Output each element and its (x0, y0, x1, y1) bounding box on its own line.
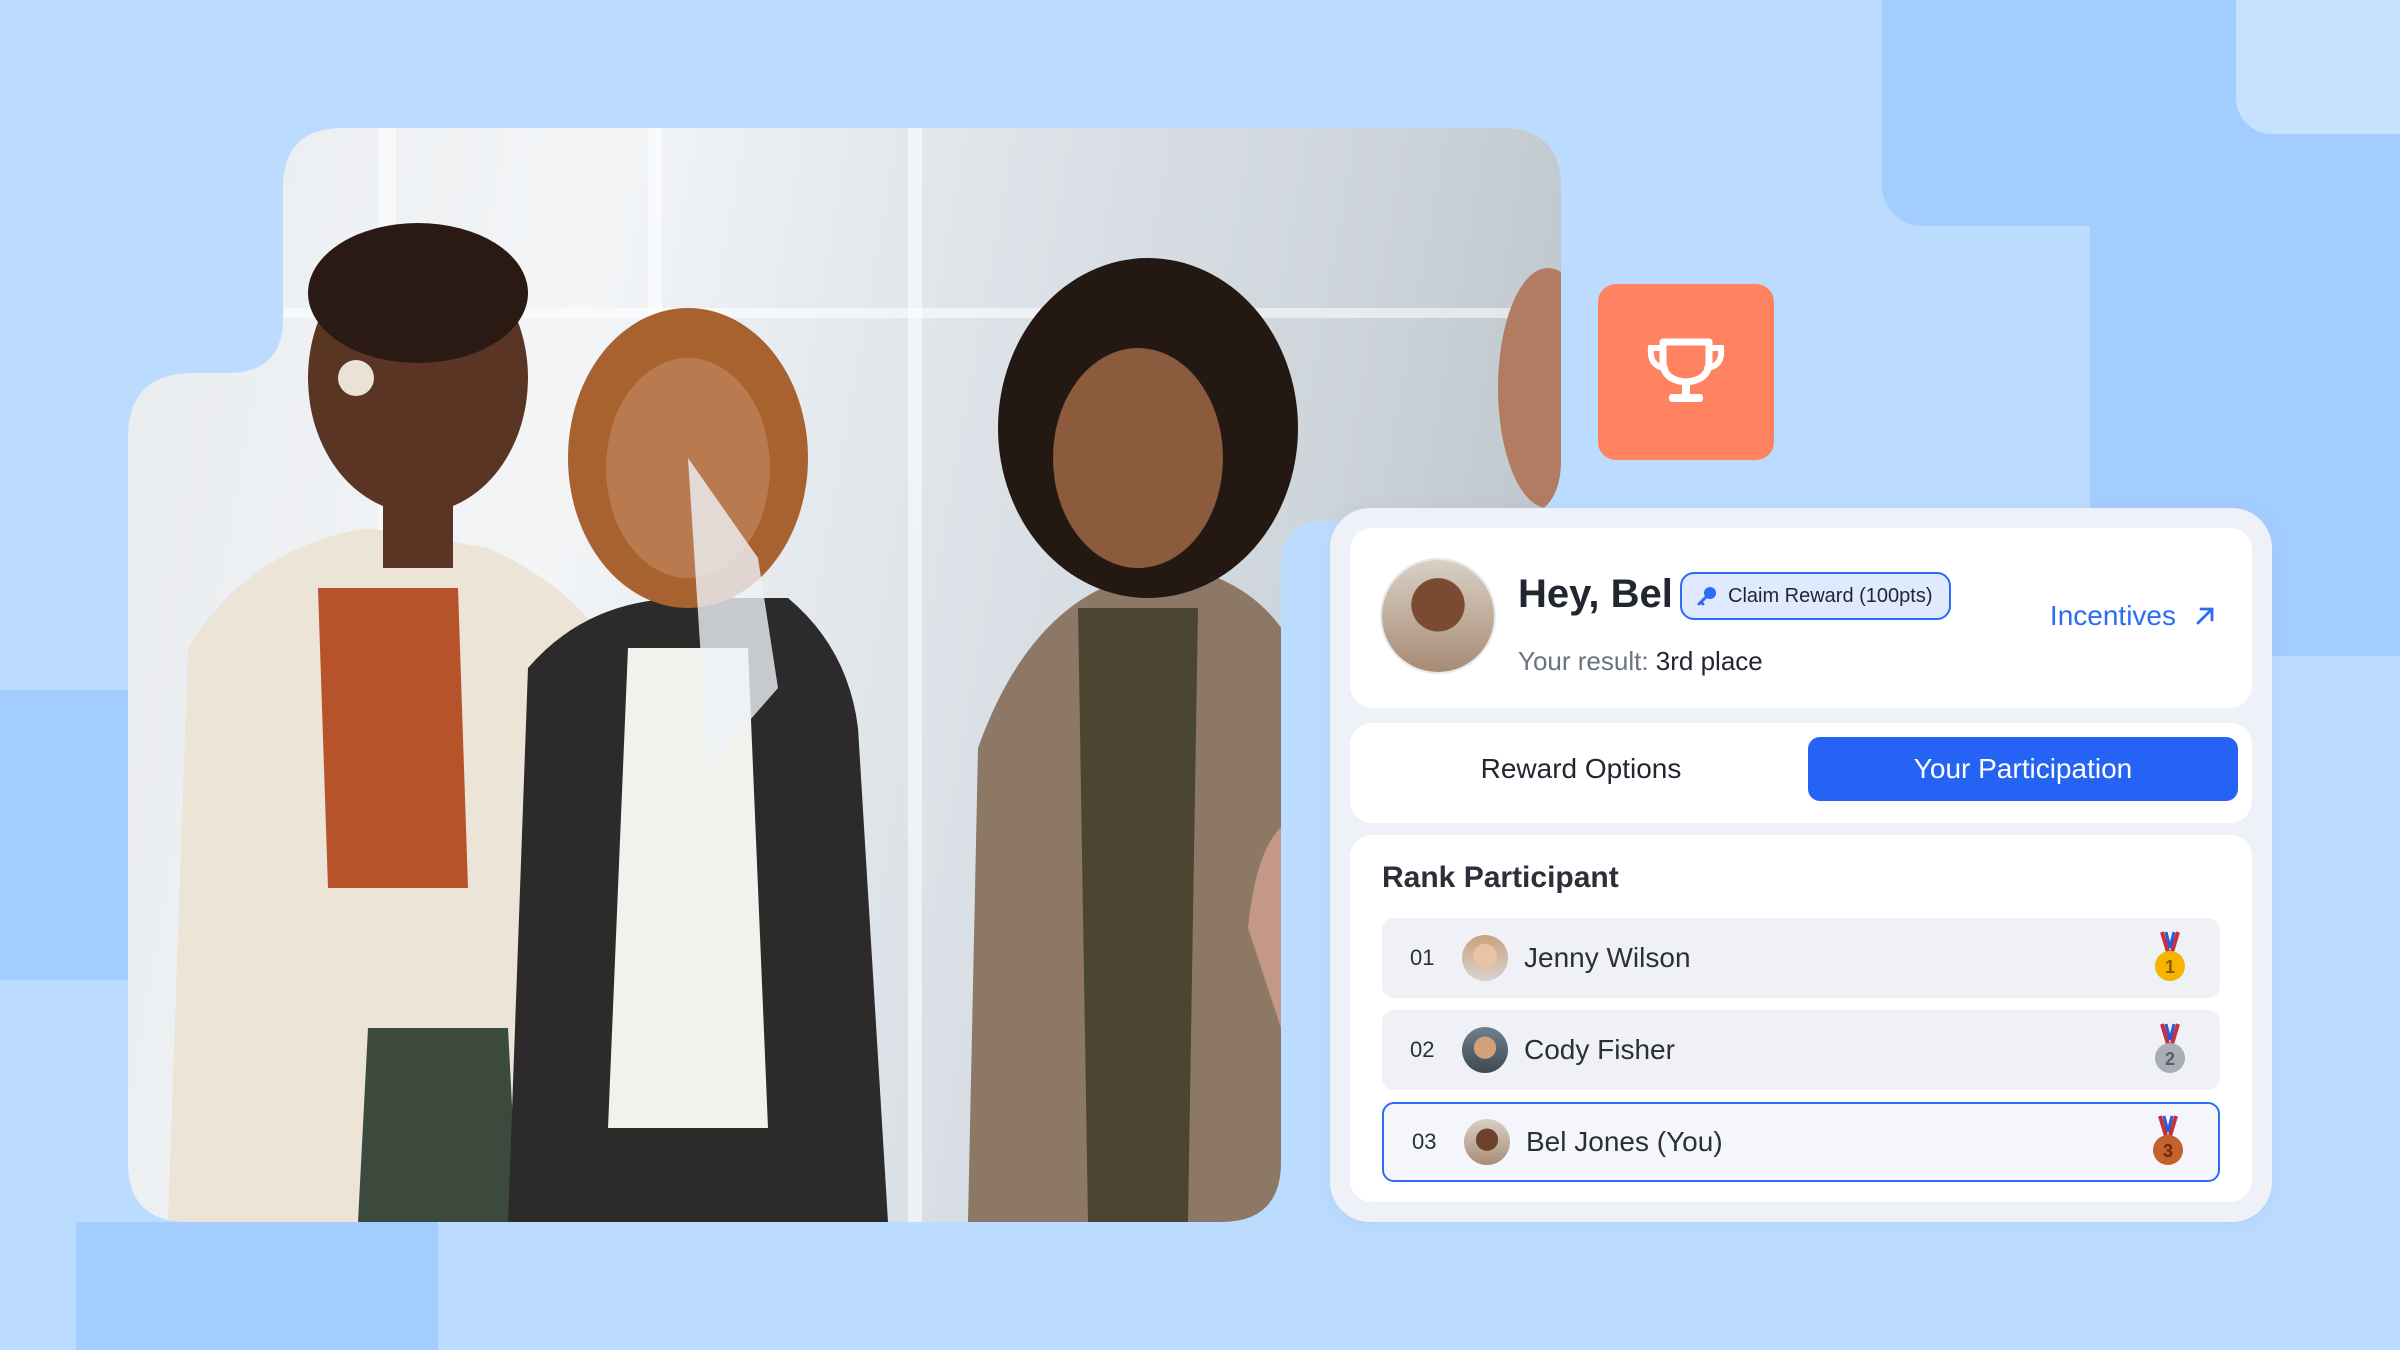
user-header-card: Hey, Bel Claim Reward (100pts) Your resu… (1350, 528, 2252, 708)
trophy-icon (1647, 338, 1725, 402)
background-shape-corner (2236, 0, 2400, 134)
leaderboard-title: Rank Participant (1382, 861, 1619, 894)
row-rank: 02 (1410, 1037, 1435, 1062)
participant-name: Bel Jones (You) (1526, 1126, 1723, 1157)
bronze-medal-icon: 3 (2153, 1115, 2183, 1165)
tab-reward-options[interactable]: Reward Options (1366, 737, 1796, 801)
trophy-tile (1598, 284, 1774, 460)
tabs-card: Reward Options Your Participation (1350, 723, 2252, 823)
claim-reward-label: Claim Reward (100pts) (1728, 584, 1933, 607)
participant-name: Cody Fisher (1524, 1034, 1675, 1065)
leaderboard-row-current-user[interactable]: 03 Bel Jones (You) 3 (1382, 1102, 2220, 1182)
leaderboard-row[interactable]: 02 Cody Fisher 2 (1382, 1010, 2220, 1090)
incentives-label: Incentives (2049, 600, 2176, 631)
incentives-link[interactable]: Incentives (2050, 600, 2216, 632)
result-value: 3rd place (1655, 646, 1763, 676)
tab-your-participation[interactable]: Your Participation (1808, 737, 2238, 801)
silver-medal-icon: 2 (2155, 1023, 2185, 1073)
svg-text:2: 2 (2165, 1049, 2175, 1069)
leaderboard-card: Rank Participant 01 Jenny Wilson 1 02 Co… (1350, 835, 2252, 1202)
svg-text:1: 1 (2165, 957, 2175, 977)
svg-text:3: 3 (2163, 1141, 2173, 1161)
row-rank: 01 (1410, 945, 1435, 970)
user-avatar (1382, 560, 1494, 672)
result-label: Your result: (1518, 646, 1649, 676)
gold-medal-icon: 1 (2155, 931, 2185, 981)
key-icon (1697, 587, 1716, 606)
participant-avatar (1462, 935, 1508, 981)
participant-name: Jenny Wilson (1524, 942, 1691, 973)
greeting-title: Hey, Bel (1518, 572, 1673, 616)
background-shape-bottom-left (76, 1222, 438, 1350)
background-shape-left (0, 690, 128, 980)
claim-reward-button[interactable]: Claim Reward (100pts) (1680, 572, 1951, 620)
arrow-up-right-icon (2196, 607, 2214, 625)
row-rank: 03 (1412, 1129, 1437, 1154)
participant-avatar (1464, 1119, 1510, 1165)
participation-panel: Hey, Bel Claim Reward (100pts) Your resu… (1330, 508, 2272, 1222)
leaderboard-row[interactable]: 01 Jenny Wilson 1 (1382, 918, 2220, 998)
participant-avatar (1462, 1027, 1508, 1073)
user-result: Your result: 3rd place (1518, 646, 1763, 677)
